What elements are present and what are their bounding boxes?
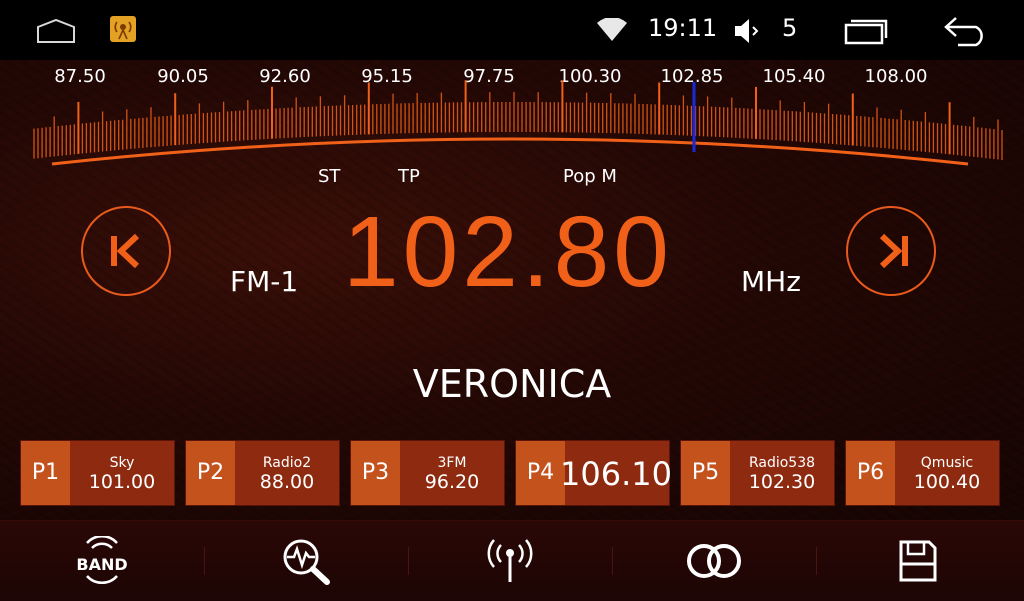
seek-back-button[interactable] (81, 206, 171, 296)
preset-button-3[interactable]: P3 3FM 96.20 (350, 440, 505, 506)
preset-frequency: 100.40 (913, 471, 981, 493)
preset-button-1[interactable]: P1 Sky 101.00 (20, 440, 175, 506)
preset-frequency: 101.00 (88, 471, 156, 493)
antenna-button[interactable] (408, 521, 612, 601)
preset-frequency: 106.10 (560, 455, 672, 493)
preset-name: 3FM (437, 455, 467, 471)
speaker-icon[interactable] (733, 16, 765, 46)
tp-indicator: TP (398, 166, 420, 187)
preset-name: Radio2 (262, 455, 312, 471)
pty-indicator: Pop M (563, 166, 617, 187)
recent-apps-icon[interactable] (843, 17, 889, 45)
tuning-dial[interactable] (0, 60, 1024, 180)
scan-button[interactable] (204, 521, 408, 601)
preset-button-5[interactable]: P5 Radio538 102.30 (680, 440, 835, 506)
preset-name: Radio538 (748, 455, 816, 471)
seek-forward-icon (879, 234, 908, 268)
frequency-display: 102.80 (343, 196, 673, 308)
frequency-unit: MHz (741, 265, 801, 298)
radio-panel: 87.50 90.05 92.60 95.15 97.75 100.30 102… (0, 60, 1024, 520)
preset-button-2[interactable]: P2 Radio2 88.00 (185, 440, 340, 506)
preset-button-4[interactable]: P4 106.10 (515, 440, 672, 506)
home-icon[interactable] (36, 18, 76, 44)
preset-frequency: 96.20 (424, 471, 480, 493)
back-icon[interactable] (942, 14, 990, 48)
preset-name: Sky (109, 455, 135, 471)
radio-app-icon[interactable] (110, 16, 136, 42)
seek-back-icon (111, 234, 140, 268)
stereo-icon (687, 544, 741, 578)
dial-arc (51, 137, 969, 166)
volume-level: 5 (782, 14, 798, 42)
stereo-indicator: ST (318, 166, 341, 187)
preset-frequency: 102.30 (748, 471, 816, 493)
clock: 19:11 (648, 14, 718, 42)
save-button[interactable] (816, 521, 1020, 601)
preset-number: P2 (186, 441, 235, 505)
preset-number: P6 (846, 441, 895, 505)
band-text: BAND (76, 555, 127, 574)
scan-search-icon (283, 539, 330, 585)
preset-frequency: 88.00 (259, 471, 315, 493)
preset-number: P3 (351, 441, 400, 505)
preset-button-6[interactable]: P6 Qmusic 100.40 (845, 440, 1000, 506)
band-label: FM-1 (230, 265, 299, 298)
wifi-icon (596, 17, 628, 42)
band-icon: BAND (76, 536, 128, 585)
preset-number: P4 (516, 441, 565, 505)
antenna-icon (487, 539, 533, 582)
seek-forward-button[interactable] (846, 206, 936, 296)
stereo-button[interactable] (612, 521, 816, 601)
save-icon (899, 540, 937, 582)
dial-ticks (33, 80, 1003, 160)
preset-number: P1 (21, 441, 70, 505)
band-button[interactable]: BAND (0, 521, 204, 601)
bottom-toolbar: BAND (0, 520, 1024, 601)
preset-number: P5 (681, 441, 730, 505)
station-name: VERONICA (412, 362, 612, 406)
status-bar: 19:11 5 (0, 0, 1024, 60)
preset-name: Qmusic (920, 455, 974, 471)
